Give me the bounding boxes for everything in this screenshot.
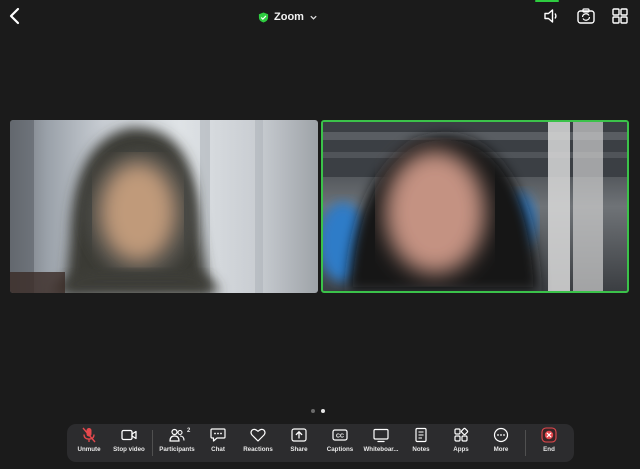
share-upload-icon — [291, 428, 307, 442]
participants-count-badge: 2 — [187, 428, 191, 434]
video-camera-icon — [121, 429, 137, 441]
heart-icon — [250, 428, 266, 442]
captions-label: Captions — [326, 446, 354, 453]
back-button[interactable] — [6, 5, 24, 27]
toolbar-divider — [152, 430, 153, 456]
participant-video-feed — [323, 122, 627, 291]
chevron-down-icon — [310, 15, 317, 20]
apps-label: Apps — [453, 446, 469, 453]
share-label: Share — [290, 446, 308, 453]
participants-label: Participants — [159, 446, 195, 453]
page-dot-2[interactable] — [321, 409, 325, 413]
page-indicator[interactable] — [311, 409, 325, 413]
chat-label: Chat — [211, 446, 225, 453]
notes-button[interactable]: Notes — [405, 427, 437, 459]
participants-icon — [169, 428, 185, 442]
notes-label: Notes — [412, 446, 430, 453]
page-dot-1[interactable] — [311, 409, 315, 413]
reactions-button[interactable]: Reactions — [239, 427, 277, 459]
unmute-label: Unmute — [77, 446, 101, 453]
chat-button[interactable]: Chat — [201, 427, 235, 459]
end-button[interactable]: End — [533, 427, 565, 459]
meeting-title-dropdown[interactable]: Zoom — [258, 8, 318, 26]
more-dots-icon — [493, 427, 509, 443]
whiteboard-icon — [373, 428, 389, 443]
camera-switch-icon[interactable] — [576, 6, 596, 26]
top-bar: Zoom — [0, 0, 640, 34]
top-right-controls — [542, 6, 630, 26]
meeting-toolbar: Unmute Stop video 2 Participants Chat Re… — [67, 424, 574, 462]
stop-video-button[interactable]: Stop video — [109, 427, 149, 459]
end-x-icon — [541, 427, 557, 443]
more-button[interactable]: More — [485, 427, 517, 459]
captions-button[interactable]: CC Captions — [321, 427, 359, 459]
unmute-button[interactable]: Unmute — [71, 427, 107, 459]
reactions-label: Reactions — [243, 446, 273, 453]
svg-text:CC: CC — [336, 433, 344, 439]
participant-video-feed — [10, 120, 263, 293]
end-label: End — [543, 446, 555, 453]
share-button[interactable]: Share — [281, 427, 317, 459]
more-label: More — [493, 446, 509, 453]
speaker-icon[interactable] — [542, 6, 562, 26]
apps-button[interactable]: Apps — [445, 427, 477, 459]
stop-video-label: Stop video — [113, 446, 145, 453]
whiteboard-button[interactable]: Whiteboar... — [361, 427, 401, 459]
cc-icon: CC — [332, 429, 348, 441]
status-indicator — [535, 0, 559, 2]
participant-tile-2[interactable] — [321, 120, 629, 293]
back-chevron-icon — [9, 7, 20, 25]
shield-check-icon — [258, 11, 269, 23]
apps-icon — [454, 427, 469, 442]
chat-bubble-icon — [210, 428, 226, 442]
participants-button[interactable]: 2 Participants — [157, 427, 197, 459]
whiteboard-label: Whiteboar... — [363, 446, 399, 453]
grid-view-icon[interactable] — [610, 6, 630, 26]
toolbar-divider — [525, 430, 526, 456]
mic-muted-icon — [82, 427, 96, 443]
notes-icon — [415, 427, 427, 443]
meeting-title: Zoom — [274, 11, 304, 23]
participant-tile-1[interactable] — [10, 120, 318, 293]
